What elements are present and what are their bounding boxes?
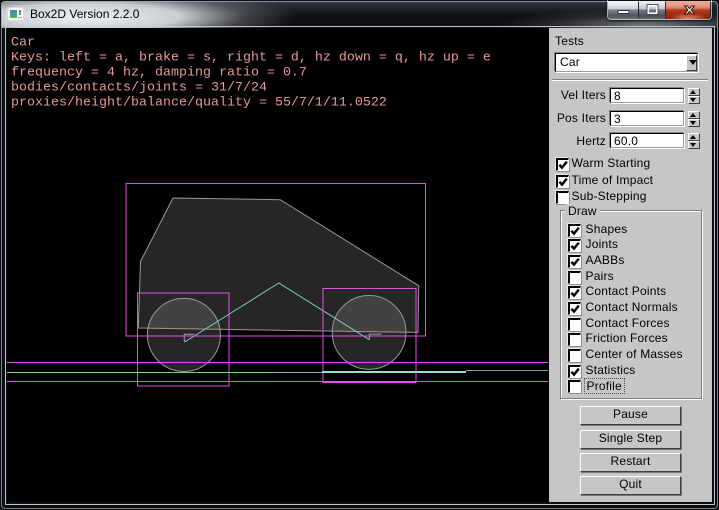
- svg-text:Keys: left = a, brake = s, rig: Keys: left = a, brake = s, right = d, hz…: [11, 51, 491, 66]
- svg-text:bodies/contacts/joints = 31/7/: bodies/contacts/joints = 31/7/24: [11, 81, 267, 96]
- svg-text:Car: Car: [11, 36, 35, 51]
- svg-text:proxies/height/balance/quality: proxies/height/balance/quality = 55/7/1/…: [11, 96, 387, 111]
- svg-text:frequency = 4 hz, damping rati: frequency = 4 hz, damping ratio = 0.7: [11, 66, 307, 81]
